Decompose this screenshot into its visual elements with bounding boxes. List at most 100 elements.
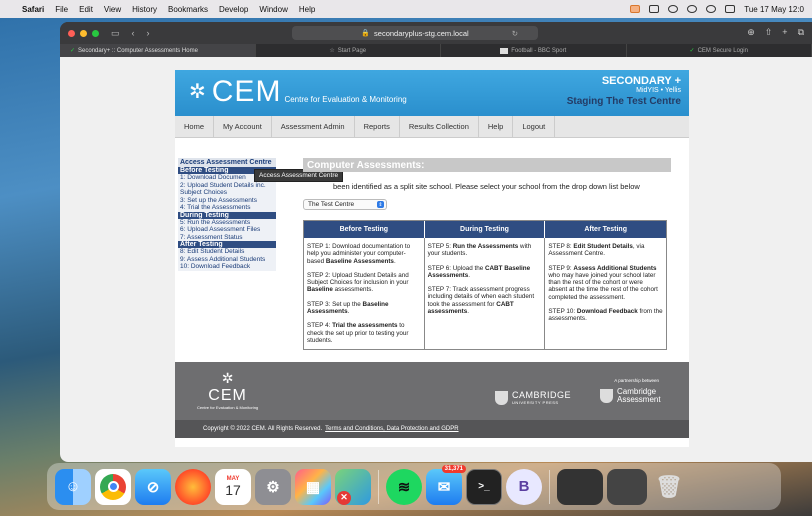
copyright-bar: Copyright © 2022 CEM. All Rights Reserve… <box>175 420 689 438</box>
tab-start-page[interactable]: ☆ Start Page <box>256 44 441 57</box>
cambridge-assessment-logo: Cambridge Assessment <box>600 388 661 404</box>
chrome-icon[interactable] <box>95 468 131 505</box>
main-nav: Home My Account Assessment Admin Reports… <box>175 116 689 138</box>
centre-name: Staging The Test Centre <box>566 96 681 107</box>
tab-overview-icon[interactable]: ⧉ <box>798 27 804 38</box>
downloads-icon[interactable]: ⊕ <box>747 27 755 38</box>
column-header-after: After Testing <box>545 221 666 238</box>
sidebar-heading[interactable]: Access Assessment Centre <box>178 158 276 167</box>
lock-icon: 🔒 <box>361 30 371 37</box>
tab-label: Football - BBC Sport <box>511 47 567 54</box>
forward-icon[interactable]: › <box>147 28 150 38</box>
sidebar-toggle-icon[interactable]: ▭ <box>111 28 120 39</box>
terms-link[interactable]: Terms and Conditions, Data Protection an… <box>325 426 458 432</box>
cem-star-icon: ✲ <box>189 81 206 103</box>
tab-bar: ✓ Secondary+ :: Computer Assessments Hom… <box>60 44 812 57</box>
window-preview-icon[interactable] <box>607 468 647 505</box>
finder-icon[interactable]: ☺ <box>55 468 91 505</box>
check-icon: ✓ <box>689 48 695 54</box>
menu-edit[interactable]: Edit <box>79 5 93 14</box>
spotify-icon[interactable]: ≋ <box>386 468 422 505</box>
bbc-icon <box>500 47 509 54</box>
battery-icon[interactable] <box>649 5 660 13</box>
steps-table: Before Testing During Testing After Test… <box>303 220 667 350</box>
menu-help[interactable]: Help <box>299 5 315 14</box>
mail-badge: 31,371 <box>441 464 466 473</box>
column-header-before: Before Testing <box>304 221 425 238</box>
menu-develop[interactable]: Develop <box>219 5 248 14</box>
menu-window[interactable]: Window <box>259 5 287 14</box>
school-select[interactable]: The Test Centre ⇕ <box>303 199 387 210</box>
column-after-testing: STEP 8: Edit Student Details, via Assess… <box>548 243 663 323</box>
cup-name: CAMBRIDGE <box>512 390 572 400</box>
firefox-icon[interactable] <box>175 468 211 505</box>
close-window-button[interactable] <box>68 29 75 37</box>
nav-assessment-admin[interactable]: Assessment Admin <box>272 116 355 137</box>
window-preview-icon[interactable] <box>557 468 603 505</box>
spotlight-search-icon[interactable] <box>706 5 717 13</box>
user-icon[interactable] <box>687 5 698 13</box>
nav-home[interactable]: Home <box>175 116 215 137</box>
tab-computer-assessments[interactable]: ✓ Secondary+ :: Computer Assessments Hom… <box>60 44 256 57</box>
calendar-icon[interactable]: MAY 17 <box>215 468 251 505</box>
shield-icon <box>600 389 613 403</box>
terminal-icon[interactable]: >_ <box>466 468 502 505</box>
nav-help[interactable]: Help <box>479 116 514 137</box>
sidebar-item-assess-additional[interactable]: 9: Assess Additional Students <box>178 255 276 263</box>
nav-logout[interactable]: Logout <box>513 116 556 137</box>
share-icon[interactable]: ⇧ <box>765 27 773 38</box>
cem-logo[interactable]: ✲ CEM Centre for Evaluation & Monitoring <box>189 77 407 107</box>
mail-icon[interactable]: ✉ 31,371 <box>426 464 466 505</box>
menu-bookmarks[interactable]: Bookmarks <box>168 5 208 14</box>
cem-subtitle: Centre for Evaluation & Monitoring <box>284 95 407 104</box>
reload-icon[interactable]: ↻ <box>512 29 518 38</box>
menubar: Safari File Edit View History Bookmarks … <box>0 0 812 18</box>
sidebar-section-during: During Testing <box>178 211 276 219</box>
sidebar-item-edit-students[interactable]: 8: Edit Student Details <box>178 248 276 256</box>
new-tab-icon[interactable]: + <box>782 27 787 38</box>
sidebar-item-upload-files[interactable]: 6: Upload Assessment Files <box>178 226 276 234</box>
web-content: ✲ CEM Centre for Evaluation & Monitoring… <box>60 57 812 462</box>
intro-text: been identified as a split site school. … <box>333 182 640 191</box>
bbedit-icon[interactable]: B <box>506 468 542 505</box>
dock-separator <box>378 469 379 504</box>
safari-icon[interactable]: ⊘ <box>135 468 171 505</box>
sidebar-item-upload-students[interactable]: 2: Upload Student Details inc. Subject C… <box>178 181 276 197</box>
nav-my-account[interactable]: My Account <box>214 116 272 137</box>
product-sub: MidYIS • Yellis <box>636 87 681 94</box>
column-during-testing: STEP 5: Run the Assessments with your st… <box>425 238 546 349</box>
nav-reports[interactable]: Reports <box>355 116 400 137</box>
zoom-window-button[interactable] <box>92 29 99 37</box>
control-center-icon[interactable] <box>725 5 736 13</box>
cup-sub: UNIVERSITY PRESS <box>512 400 559 405</box>
sidebar-item-setup[interactable]: 3: Set up the Assessments <box>178 196 276 204</box>
address-url: secondaryplus-stg.cem.local <box>374 28 469 38</box>
wifi-icon[interactable] <box>668 5 679 13</box>
address-bar[interactable]: 🔒 secondaryplus-stg.cem.local ↻ <box>292 26 538 40</box>
ca-line2: Assessment <box>617 395 661 404</box>
sidebar-item-run[interactable]: 5: Run the Assessments <box>178 218 276 226</box>
launchpad-icon[interactable]: ▦ <box>295 468 331 505</box>
tab-cem-secure-login[interactable]: ✓ CEM Secure Login <box>627 44 812 57</box>
screen-record-icon[interactable] <box>630 5 641 13</box>
trash-icon[interactable]: 🗑 <box>651 469 687 505</box>
menubar-clock[interactable]: Tue 17 May 12:0 <box>744 5 804 14</box>
back-icon[interactable]: ‹ <box>132 28 135 38</box>
column-before-testing: STEP 1: Download documentation to help y… <box>304 238 425 349</box>
menu-view[interactable]: View <box>104 5 121 14</box>
sidebar-item-download-feedback[interactable]: 10: Download Feedback <box>178 263 276 271</box>
sidebar-item-status[interactable]: 7: Assessment Status <box>178 233 276 241</box>
menu-safari[interactable]: Safari <box>22 5 44 14</box>
tab-bbc-sport[interactable]: Football - BBC Sport <box>441 44 627 57</box>
menu-file[interactable]: File <box>55 5 68 14</box>
partnership-text: A partnership between <box>614 378 659 383</box>
chevron-updown-icon: ⇕ <box>377 201 384 208</box>
minimize-window-button[interactable] <box>80 29 87 37</box>
network-app-icon[interactable]: ✕ <box>335 468 371 505</box>
system-preferences-icon[interactable]: ⚙ <box>255 468 291 505</box>
nav-results-collection[interactable]: Results Collection <box>400 116 479 137</box>
menu-history[interactable]: History <box>132 5 157 14</box>
sidebar-item-trial[interactable]: 4: Trial the Assessments <box>178 204 276 212</box>
check-icon: ✓ <box>70 48 76 54</box>
cem-star-icon: ✲ <box>221 370 234 386</box>
